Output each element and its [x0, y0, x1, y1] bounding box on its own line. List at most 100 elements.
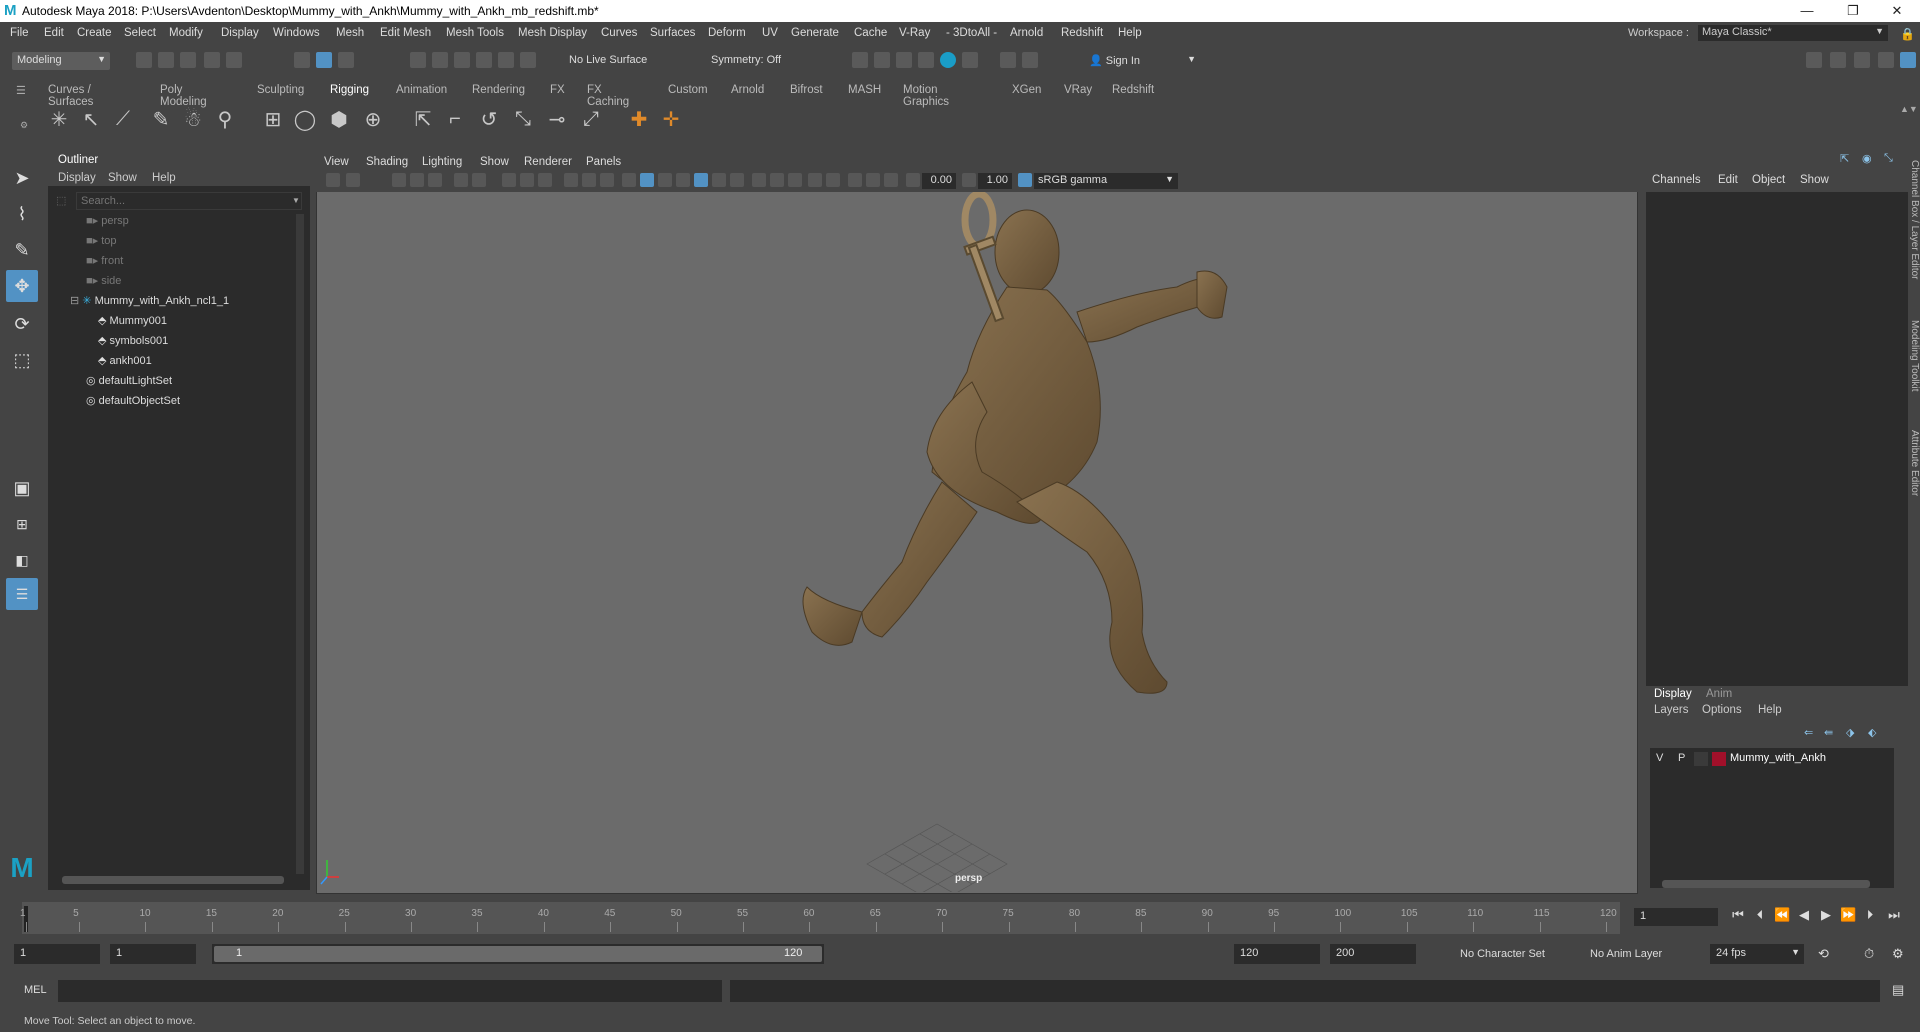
menu-display[interactable]: Display: [221, 27, 259, 39]
outliner-menu-show[interactable]: Show: [108, 172, 137, 184]
aim-constraint-icon[interactable]: ⊸: [544, 106, 570, 132]
outliner-item-mummy001[interactable]: ⬘ Mummy001: [98, 314, 167, 334]
layout-outliner-icon[interactable]: [1806, 52, 1822, 68]
shelf-menu-icon[interactable]: ☰: [16, 84, 26, 97]
outliner-item-front[interactable]: ■▸ front: [86, 254, 123, 274]
set-key-icon[interactable]: ✚: [626, 106, 652, 132]
animation-start-field[interactable]: 1: [14, 944, 100, 964]
menu-deform[interactable]: Deform: [708, 27, 746, 39]
save-scene-icon[interactable]: [180, 52, 196, 68]
pause-ipr-icon[interactable]: [1022, 52, 1038, 68]
fps-dropdown[interactable]: 24 fps ▼: [1710, 944, 1804, 964]
menu-arnold[interactable]: Arnold: [1010, 27, 1043, 39]
viewport-menu-show[interactable]: Show: [480, 156, 509, 168]
channel-menu-show[interactable]: Show: [1800, 174, 1829, 186]
grid-toggle-icon[interactable]: [502, 173, 516, 187]
menu-curves[interactable]: Curves: [601, 27, 637, 39]
go-to-end-icon[interactable]: ⏭: [1886, 907, 1902, 923]
lattice-icon[interactable]: ⬢: [326, 106, 352, 132]
layer-name[interactable]: Mummy_with_Ankh: [1730, 752, 1826, 764]
xray-icon[interactable]: [848, 173, 862, 187]
lasso-tool-icon[interactable]: ⌇: [6, 198, 38, 230]
select-tool-icon[interactable]: ➤: [6, 162, 38, 194]
menu-mesh-tools[interactable]: Mesh Tools: [446, 27, 504, 39]
set-driven-key-icon[interactable]: ✛: [658, 106, 684, 132]
outliner-menu-help[interactable]: Help: [152, 172, 176, 184]
layer-color-swatch[interactable]: [1712, 752, 1726, 766]
shelf-tab-fx-caching[interactable]: FX Caching: [587, 84, 629, 108]
viewport-scene[interactable]: [317, 192, 1637, 892]
layer-menu-help[interactable]: Help: [1758, 704, 1782, 716]
color-management-icon[interactable]: [1018, 173, 1032, 187]
step-back-frame-icon[interactable]: ⏴: [1752, 907, 1768, 923]
outliner-vertical-scrollbar[interactable]: [296, 214, 304, 874]
frame-selection-icon[interactable]: [472, 173, 486, 187]
exposure-icon[interactable]: [906, 173, 920, 187]
joint-tool-icon[interactable]: ✳: [46, 106, 72, 132]
menuset-dropdown[interactable]: Modeling ▼: [12, 52, 110, 70]
channel-box-toggle-icon[interactable]: ⇱: [1840, 152, 1849, 165]
snap-surface-icon[interactable]: [498, 52, 514, 68]
gamma-field[interactable]: 1.00: [978, 173, 1012, 189]
go-to-start-icon[interactable]: ⏮: [1730, 907, 1746, 923]
shelf-tab-xgen[interactable]: XGen: [1012, 84, 1041, 96]
wrap-deformer-icon[interactable]: ⊕: [360, 106, 386, 132]
move-layer-down-icon[interactable]: ⇚: [1824, 726, 1833, 739]
animation-prefs-icon[interactable]: ⚙: [1892, 946, 1904, 962]
select-object-icon[interactable]: [316, 52, 332, 68]
loop-icon[interactable]: ⟲: [1818, 946, 1829, 962]
undo-icon[interactable]: [204, 52, 220, 68]
select-camera-icon[interactable]: [326, 173, 340, 187]
playback-end-field[interactable]: 120: [1234, 944, 1320, 964]
rotate-tool-icon[interactable]: ⟳: [6, 308, 38, 340]
modeling-toolkit-icon[interactable]: [1000, 52, 1016, 68]
move-layer-up-icon[interactable]: ⇐: [1804, 726, 1813, 739]
outliner-item-defaultobjectset[interactable]: ◎ defaultObjectSet: [86, 394, 180, 414]
humanik-icon[interactable]: ☃: [180, 106, 206, 132]
grease-pencil-icon[interactable]: [428, 173, 442, 187]
play-forwards-icon[interactable]: ▶: [1818, 907, 1834, 923]
layer-menu-layers[interactable]: Layers: [1654, 704, 1689, 716]
menu-surfaces[interactable]: Surfaces: [650, 27, 695, 39]
new-layer-selected-icon[interactable]: ⬖: [1868, 726, 1876, 739]
field-chart-icon[interactable]: [600, 173, 614, 187]
colorspace-dropdown[interactable]: sRGB gamma ▼: [1034, 173, 1178, 189]
shelf-tab-mash[interactable]: MASH: [848, 84, 881, 96]
smooth-shade-icon[interactable]: [640, 173, 654, 187]
channel-box-attr-icon[interactable]: ◉: [1862, 152, 1872, 165]
layer-horizontal-scrollbar[interactable]: [1662, 880, 1870, 888]
mel-label[interactable]: MEL: [24, 984, 47, 996]
shelf-tab-rigging[interactable]: Rigging: [330, 84, 369, 96]
layout-channelbox-toggle-icon[interactable]: [1900, 52, 1916, 68]
layer-playback-toggle[interactable]: P: [1678, 752, 1685, 764]
sign-in-button[interactable]: 👤 Sign In ▼: [1084, 52, 1200, 70]
viewport-menu-view[interactable]: View: [324, 156, 349, 168]
four-view-layout-icon[interactable]: ⊞: [6, 508, 38, 540]
orient-constraint-icon[interactable]: ↺: [476, 106, 502, 132]
single-perspective-layout-icon[interactable]: ▣: [6, 472, 38, 504]
snap-view-icon[interactable]: [476, 52, 492, 68]
channel-menu-object[interactable]: Object: [1752, 174, 1785, 186]
xray-components-icon[interactable]: [884, 173, 898, 187]
anti-aliasing-icon[interactable]: [788, 173, 802, 187]
step-forward-frame-icon[interactable]: ⏵: [1862, 907, 1878, 923]
range-slider-handle[interactable]: 1 120: [214, 946, 822, 962]
playback-start-field[interactable]: 1: [110, 944, 196, 964]
render-sequence-icon[interactable]: [874, 52, 890, 68]
layer-visibility-toggle[interactable]: V: [1656, 752, 1663, 764]
safe-action-icon[interactable]: [564, 173, 578, 187]
outliner-item-persp[interactable]: ■▸ persp: [86, 214, 129, 234]
menu-3dtoall[interactable]: - 3DtoAll -: [946, 27, 997, 39]
new-empty-layer-icon[interactable]: ⬗: [1846, 726, 1854, 739]
menu-redshift[interactable]: Redshift: [1061, 27, 1103, 39]
mel-input[interactable]: [58, 980, 722, 1002]
locator-icon[interactable]: ⊞: [260, 106, 286, 132]
menu-edit[interactable]: Edit: [44, 27, 64, 39]
outliner-search-input[interactable]: [76, 192, 302, 210]
paint-select-tool-icon[interactable]: ✎: [6, 234, 38, 266]
outliner-layout-icon[interactable]: ☰: [6, 578, 38, 610]
frame-all-icon[interactable]: [454, 173, 468, 187]
lock-icon[interactable]: 🔒: [1900, 27, 1915, 41]
select-hierarchy-icon[interactable]: [294, 52, 310, 68]
channel-menu-channels[interactable]: Channels: [1652, 174, 1701, 186]
